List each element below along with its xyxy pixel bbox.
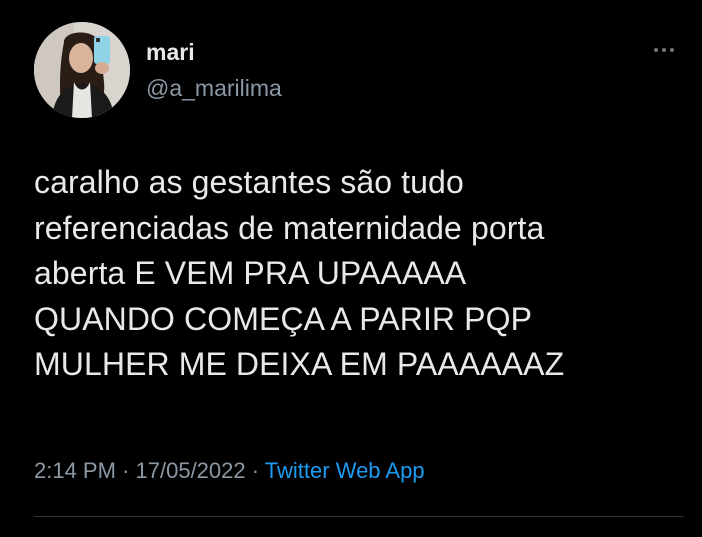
more-options-icon [670, 48, 674, 52]
user-handle[interactable]: @a_marilima [146, 74, 282, 102]
tweet-text-line: caralho as gestantes são tudo [34, 164, 464, 200]
tweet-card: mari @a_marilima caralho as gestantes sã… [0, 0, 702, 537]
tweet-time[interactable]: 2:14 PM [34, 458, 116, 483]
display-name[interactable]: mari [146, 38, 195, 66]
divider [34, 516, 684, 517]
meta-separator: · [122, 458, 130, 483]
avatar-photo [34, 22, 130, 118]
more-options-icon [654, 48, 658, 52]
tweet-date[interactable]: 17/05/2022 [136, 458, 246, 483]
tweet-text-line: QUANDO COMEÇA A PARIR PQP [34, 300, 533, 337]
tweet-text-line: referenciadas de maternidade porta [34, 209, 545, 246]
avatar[interactable] [34, 22, 130, 118]
tweet-text-line: MULHER ME DEIXA EM PAAAAAAZ [34, 346, 565, 382]
tweet-text: caralho as gestantes são tudo referencia… [34, 160, 674, 388]
more-options-icon [662, 48, 666, 52]
more-options-button[interactable] [646, 38, 682, 62]
tweet-source-link[interactable]: Twitter Web App [265, 458, 425, 483]
meta-separator: · [251, 458, 260, 483]
tweet-text-line: aberta E VEM PRA UPAAAAA [34, 255, 467, 291]
tweet-metadata: 2:14 PM · 17/05/2022 · Twitter Web App [34, 455, 425, 487]
